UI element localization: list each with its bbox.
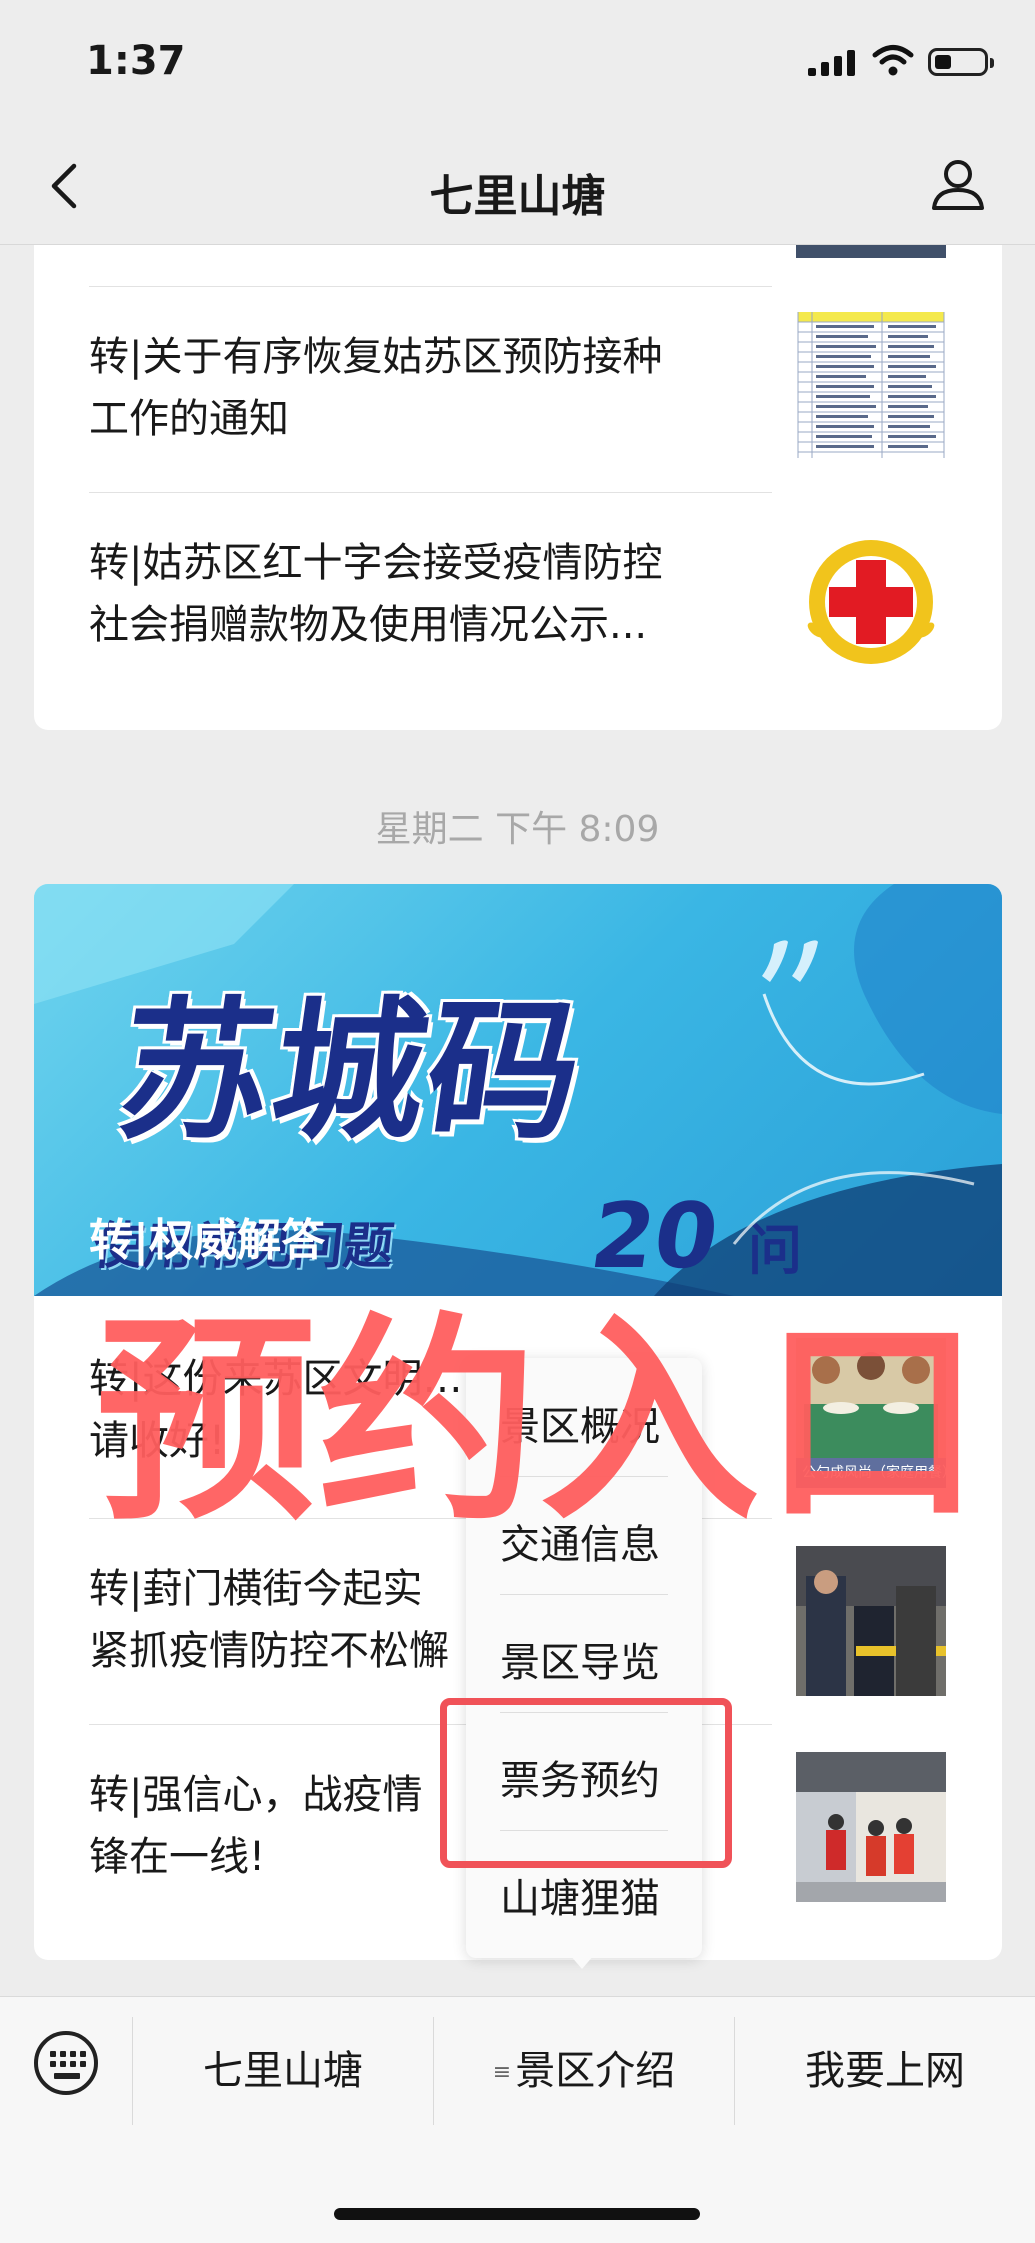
annotation-text: 预约入口 <box>96 1294 985 1550</box>
banner-caption: 转|权威解答 <box>89 1215 326 1266</box>
keyboard-icon[interactable] <box>34 2031 98 2095</box>
status-time: 1:37 <box>86 38 186 84</box>
banner-image[interactable]: 苏城码 使用常见问题 20 问 转|权威解答 <box>34 884 1002 1296</box>
divider <box>89 492 772 493</box>
volunteers-thumbnail <box>796 1752 946 1902</box>
nav-bar: 七里山塘 <box>0 128 1035 245</box>
article-item[interactable]: 转|关于有序恢复姑苏区预防接种 工作的通知 <box>89 326 769 450</box>
menu-item-label: 景区导览 <box>500 1640 660 1686</box>
menu-lines-icon: ≡ <box>492 2060 512 2085</box>
article-item[interactable]: 转|姑苏区红十字会接受疫情防控 社会捐赠款物及使用情况公示... <box>89 532 769 656</box>
article-title-line: 转|姑苏区红十字会接受疫情防控 <box>89 540 663 586</box>
divider <box>89 286 772 287</box>
vaccination-table-thumbnail <box>796 310 946 460</box>
menu-item-scenic-guide[interactable]: 景区导览 <box>466 1594 702 1712</box>
banner-number: 20 <box>584 1184 725 1289</box>
article-title-line: 工作的通知 <box>89 396 289 442</box>
signal-icon <box>808 50 855 76</box>
article-card-top: 转|关于有序恢复姑苏区预防接种 工作的通知 转|姑苏区红十字会接受疫情防控 社会… <box>34 200 1002 730</box>
page-title: 七里山塘 <box>429 171 606 222</box>
tab-scenic-intro[interactable]: ≡ 景区介绍 <box>434 1997 734 2145</box>
street-checkpoint-thumbnail <box>796 1546 946 1696</box>
article-title-line: 社会捐赠款物及使用情况公示... <box>89 602 648 648</box>
tab-internet[interactable]: 我要上网 <box>735 1997 1035 2145</box>
home-indicator <box>334 2208 700 2220</box>
menu-item-label: 山塘狸猫 <box>500 1876 660 1922</box>
tab-label: 景区介绍 <box>515 2048 676 2094</box>
tab-label: 我要上网 <box>805 2048 965 2094</box>
banner-heading: 苏城码 <box>107 983 595 1160</box>
wifi-icon <box>872 45 914 76</box>
battery-icon <box>928 48 994 76</box>
red-cross-thumbnail <box>796 530 946 680</box>
menu-pointer <box>570 1955 594 1969</box>
profile-icon[interactable] <box>928 154 988 214</box>
annotation-highlight-box <box>440 1698 732 1868</box>
message-timestamp: 星期二 下午 8:09 <box>375 809 660 850</box>
status-bar: 1:37 <box>0 0 1035 128</box>
tab-label: 七里山塘 <box>203 2048 363 2094</box>
banner-suffix: 问 <box>748 1219 802 1282</box>
bottom-menu-bar: 七里山塘 ≡ 景区介绍 我要上网 <box>0 1996 1035 2243</box>
tab-qilishantang[interactable]: 七里山塘 <box>133 1997 433 2145</box>
article-title-line: 转|关于有序恢复姑苏区预防接种 <box>89 334 663 380</box>
